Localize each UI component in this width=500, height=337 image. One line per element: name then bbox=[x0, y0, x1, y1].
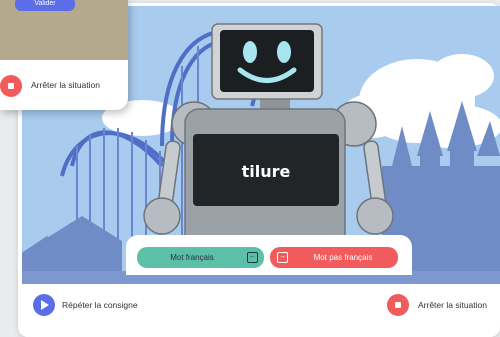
stop-icon[interactable] bbox=[0, 75, 22, 97]
french-word-button[interactable]: Mot français ← bbox=[137, 247, 264, 268]
stop-situation-button-small[interactable]: Arrêter la situation bbox=[31, 80, 100, 90]
displayed-word: tilure bbox=[241, 162, 291, 181]
stop-icon[interactable] bbox=[387, 294, 409, 316]
not-french-word-label: Mot pas français bbox=[313, 253, 373, 262]
validate-button[interactable]: Valider bbox=[15, 0, 75, 11]
app: tilure Mot français ← → Mot pas français… bbox=[0, 0, 500, 337]
play-icon[interactable] bbox=[33, 294, 55, 316]
french-word-label: Mot français bbox=[170, 253, 214, 262]
stop-situation-button[interactable]: Arrêter la situation bbox=[418, 300, 487, 310]
arrow-right-box-icon: → bbox=[277, 252, 288, 263]
previous-situation-card: Valider Arrêter la situation bbox=[0, 0, 128, 110]
not-french-word-button[interactable]: → Mot pas français bbox=[270, 247, 398, 268]
repeat-instruction-button[interactable]: Répéter la consigne bbox=[62, 300, 138, 310]
arrow-left-box-icon: ← bbox=[247, 252, 258, 263]
